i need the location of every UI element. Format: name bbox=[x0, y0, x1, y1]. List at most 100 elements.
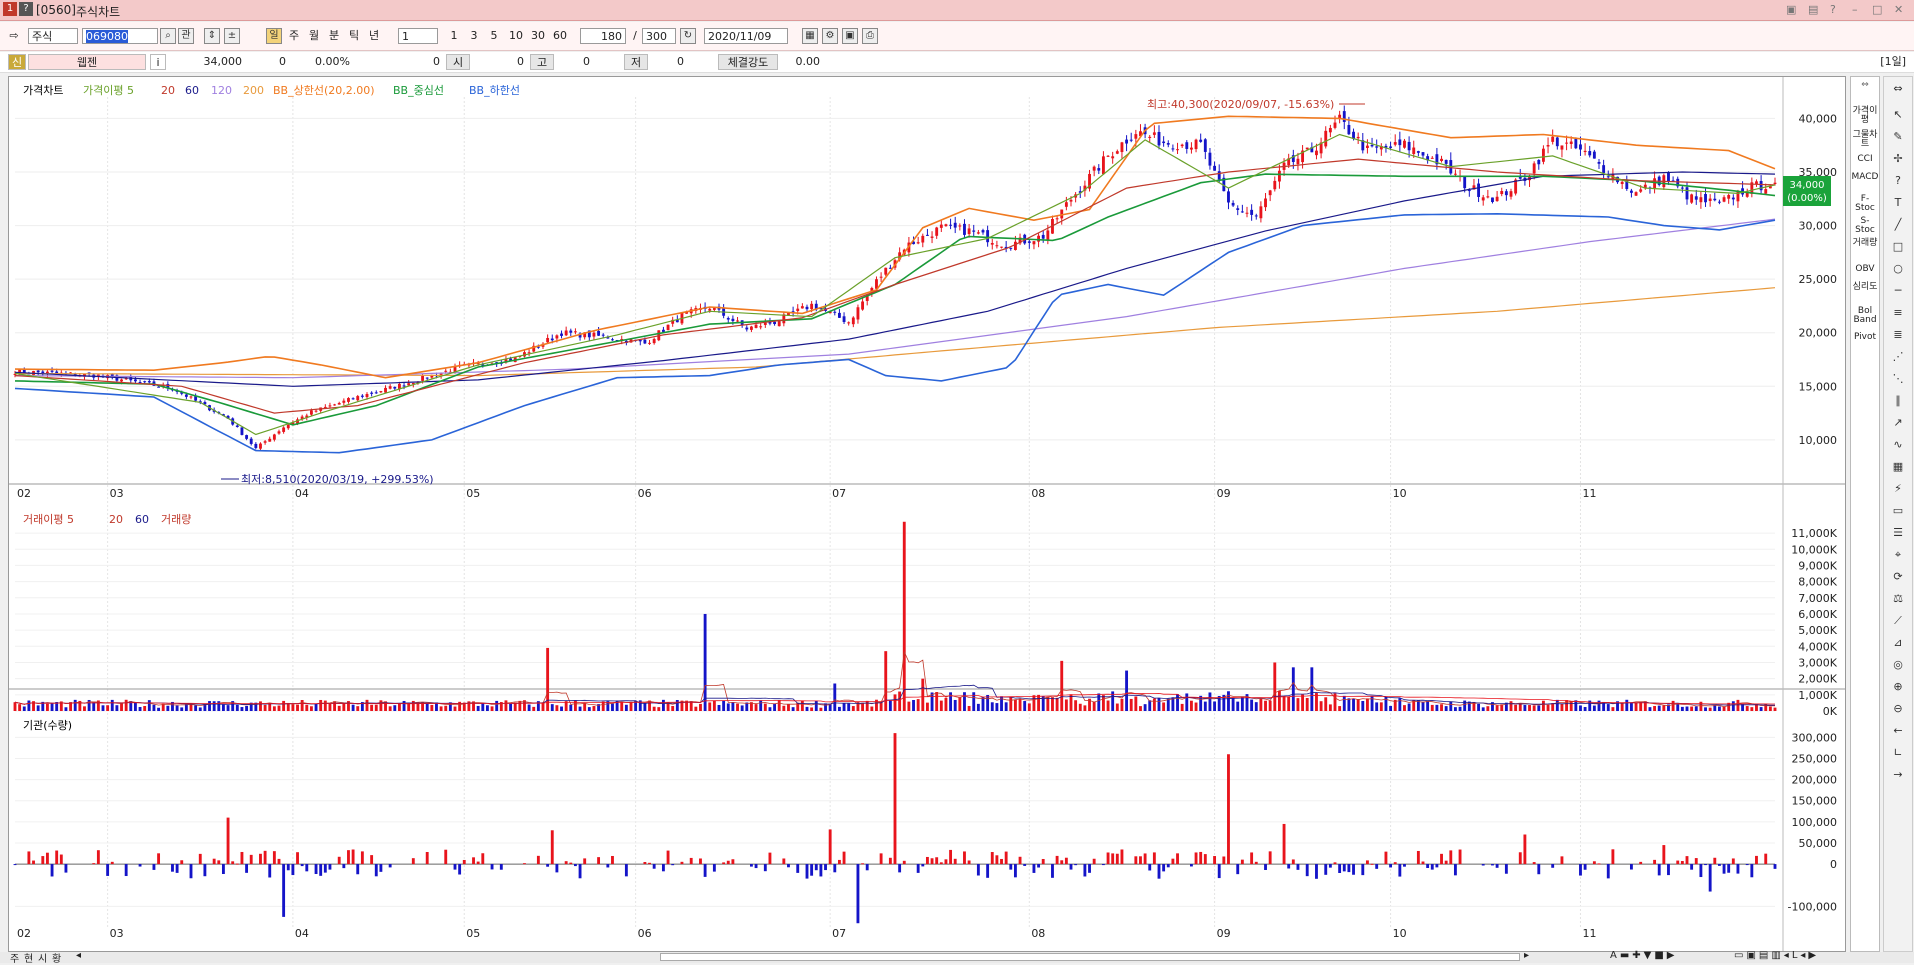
wave-icon[interactable]: ∿ bbox=[1890, 437, 1906, 453]
chart-view-icons[interactable]: ▭▣▤▥◂L◂▶ bbox=[1734, 950, 1819, 961]
question-icon[interactable]: ? bbox=[1890, 173, 1906, 189]
gwan-button[interactable]: 관 bbox=[178, 28, 194, 44]
minute-5-button[interactable]: 5 bbox=[486, 28, 502, 44]
open-label: 시 bbox=[446, 54, 470, 70]
forward-icon[interactable]: → bbox=[1890, 767, 1906, 783]
panel-collapse-icon[interactable]: ⇔ bbox=[1851, 81, 1879, 90]
volume-bar bbox=[1083, 705, 1087, 711]
candle-body bbox=[365, 394, 369, 398]
candle-body bbox=[1546, 145, 1550, 147]
indicator-bollinger[interactable]: Bol Band bbox=[1851, 307, 1879, 325]
period-tick-button[interactable]: 틱 bbox=[346, 28, 362, 44]
indicator-cci[interactable]: CCI bbox=[1851, 155, 1879, 164]
corner-icon[interactable]: ∟ bbox=[1890, 745, 1906, 761]
close-icon[interactable]: ✕ bbox=[1894, 3, 1903, 16]
period-year-button[interactable]: 년 bbox=[366, 28, 382, 44]
chart-canvas[interactable]: 02 02 03 03 04 04 05 05 06 06 07 07 08 08 09 09 10 10 11 11… bbox=[9, 77, 1845, 951]
date-input[interactable]: 2020/11/09 bbox=[704, 28, 788, 44]
list-icon[interactable]: ☰ bbox=[1890, 525, 1906, 541]
institution-bar bbox=[1523, 834, 1527, 865]
text-icon[interactable]: T bbox=[1890, 195, 1906, 211]
scroll-left-icon[interactable]: ◂ bbox=[76, 950, 81, 961]
period-week-button[interactable]: 주 bbox=[286, 28, 302, 44]
gann-icon[interactable]: ⋰ bbox=[1890, 349, 1906, 365]
indicator-volume[interactable]: 거래량 bbox=[1851, 239, 1879, 248]
window-pin-icon[interactable]: ▣ bbox=[1786, 3, 1796, 16]
institution-bar bbox=[96, 850, 100, 865]
trendline-icon[interactable]: ╱ bbox=[1890, 217, 1906, 233]
fan-icon[interactable]: ⋱ bbox=[1890, 371, 1906, 387]
arrow-up-icon[interactable]: ↗ bbox=[1890, 415, 1906, 431]
indicator-f-stoc[interactable]: F-Stoc bbox=[1851, 195, 1879, 213]
crosshair-icon[interactable]: ✢ bbox=[1890, 151, 1906, 167]
minute-60-button[interactable]: 60 bbox=[550, 28, 570, 44]
institution-bar bbox=[1194, 852, 1198, 865]
indicator-pivot[interactable]: Pivot bbox=[1851, 333, 1879, 342]
ruler-icon[interactable]: ⊿ bbox=[1890, 635, 1906, 651]
info-icon[interactable]: i bbox=[150, 54, 166, 70]
app-icon[interactable]: 1 bbox=[3, 2, 17, 16]
indicator-ma[interactable]: 가격이평 bbox=[1851, 107, 1879, 125]
period-month-button[interactable]: 월 bbox=[306, 28, 322, 44]
channel-icon[interactable]: ≡ bbox=[1890, 305, 1906, 321]
volume-bar bbox=[1078, 703, 1082, 711]
auto-icon[interactable]: ⚡ bbox=[1890, 481, 1906, 497]
nav-arrow-icon[interactable]: ⇨ bbox=[4, 28, 24, 44]
compare-icon[interactable]: ⇕ bbox=[204, 28, 220, 44]
indicator-obv[interactable]: OBV bbox=[1851, 265, 1879, 274]
stepper-icon[interactable]: ± bbox=[224, 28, 240, 44]
scroll-right-icon[interactable]: ▸ bbox=[1524, 950, 1529, 961]
help-icon[interactable]: ? bbox=[19, 2, 33, 16]
rectangle-icon[interactable]: □ bbox=[1890, 239, 1906, 255]
minute-10-button[interactable]: 10 bbox=[506, 28, 526, 44]
save-icon[interactable]: ▣ bbox=[842, 28, 858, 44]
volume-bar bbox=[1458, 706, 1462, 711]
cycle-icon[interactable]: ⟳ bbox=[1890, 569, 1906, 585]
cursor-icon[interactable]: ↖ bbox=[1890, 107, 1906, 123]
indicator-s-stoc[interactable]: S-Stoc bbox=[1851, 217, 1879, 235]
market-select[interactable]: 주식 bbox=[28, 28, 78, 44]
gear-icon[interactable]: ⚙ bbox=[822, 28, 838, 44]
minute-3-button[interactable]: 3 bbox=[466, 28, 482, 44]
period-minute-button[interactable]: 분 bbox=[326, 28, 342, 44]
horizontal-scrollbar[interactable] bbox=[660, 953, 1520, 961]
search-icon[interactable]: ⌕ bbox=[160, 28, 176, 44]
collapse-icon[interactable]: ⇔ bbox=[1890, 81, 1906, 97]
print-icon[interactable]: ⎙ bbox=[862, 28, 878, 44]
pin-icon[interactable]: ⌖ bbox=[1890, 547, 1906, 563]
parallel-icon[interactable]: ∥ bbox=[1890, 393, 1906, 409]
minute-1-button[interactable]: 1 bbox=[446, 28, 462, 44]
fibonacci-icon[interactable]: ≣ bbox=[1890, 327, 1906, 343]
horizontal-line-icon[interactable]: ─ bbox=[1890, 283, 1906, 299]
back-icon[interactable]: ← bbox=[1890, 723, 1906, 739]
target-icon[interactable]: ◎ bbox=[1890, 657, 1906, 673]
chart-area[interactable]: 02 02 03 03 04 04 05 05 06 06 07 07 08 08 09 09 10 10 11 11… bbox=[8, 76, 1846, 952]
period-day-button[interactable]: 일 bbox=[266, 28, 282, 44]
eraser-icon[interactable]: ✎ bbox=[1890, 129, 1906, 145]
zoom-in-icon[interactable]: ⊕ bbox=[1890, 679, 1906, 695]
zigzag-icon[interactable]: ⟋ bbox=[1890, 613, 1906, 629]
minute-30-button[interactable]: 30 bbox=[528, 28, 548, 44]
grid-icon[interactable]: ▦ bbox=[1890, 459, 1906, 475]
candle-body bbox=[1009, 247, 1013, 249]
indicator-net-chart[interactable]: 그물차트 bbox=[1851, 131, 1879, 149]
count-input[interactable]: 180 bbox=[580, 28, 626, 44]
volume-bar bbox=[967, 705, 971, 711]
window-help-icon[interactable]: ? bbox=[1830, 3, 1836, 16]
chart-settings-icon[interactable]: ▦ bbox=[802, 28, 818, 44]
stock-code-input[interactable]: 069080 bbox=[82, 28, 158, 44]
indicator-psychology[interactable]: 심리도 bbox=[1851, 283, 1879, 292]
scale-icon[interactable]: ⚖ bbox=[1890, 591, 1906, 607]
minimize-icon[interactable]: – bbox=[1852, 3, 1858, 16]
indicator-macd[interactable]: MACD bbox=[1851, 173, 1879, 182]
zoom-out-icon[interactable]: ⊖ bbox=[1890, 701, 1906, 717]
maximize-icon[interactable]: □ bbox=[1872, 3, 1882, 16]
volume-bar bbox=[1486, 706, 1490, 711]
chart-nav-icons[interactable]: A▬✚▼■▶ bbox=[1610, 950, 1678, 961]
total-input[interactable]: 300 bbox=[642, 28, 676, 44]
window-menu-icon[interactable]: ▤ bbox=[1808, 3, 1818, 16]
interval-select[interactable]: 1 bbox=[398, 28, 438, 44]
window-icon[interactable]: ▭ bbox=[1890, 503, 1906, 519]
refresh-icon[interactable]: ↻ bbox=[680, 28, 696, 44]
circle-icon[interactable]: ○ bbox=[1890, 261, 1906, 277]
